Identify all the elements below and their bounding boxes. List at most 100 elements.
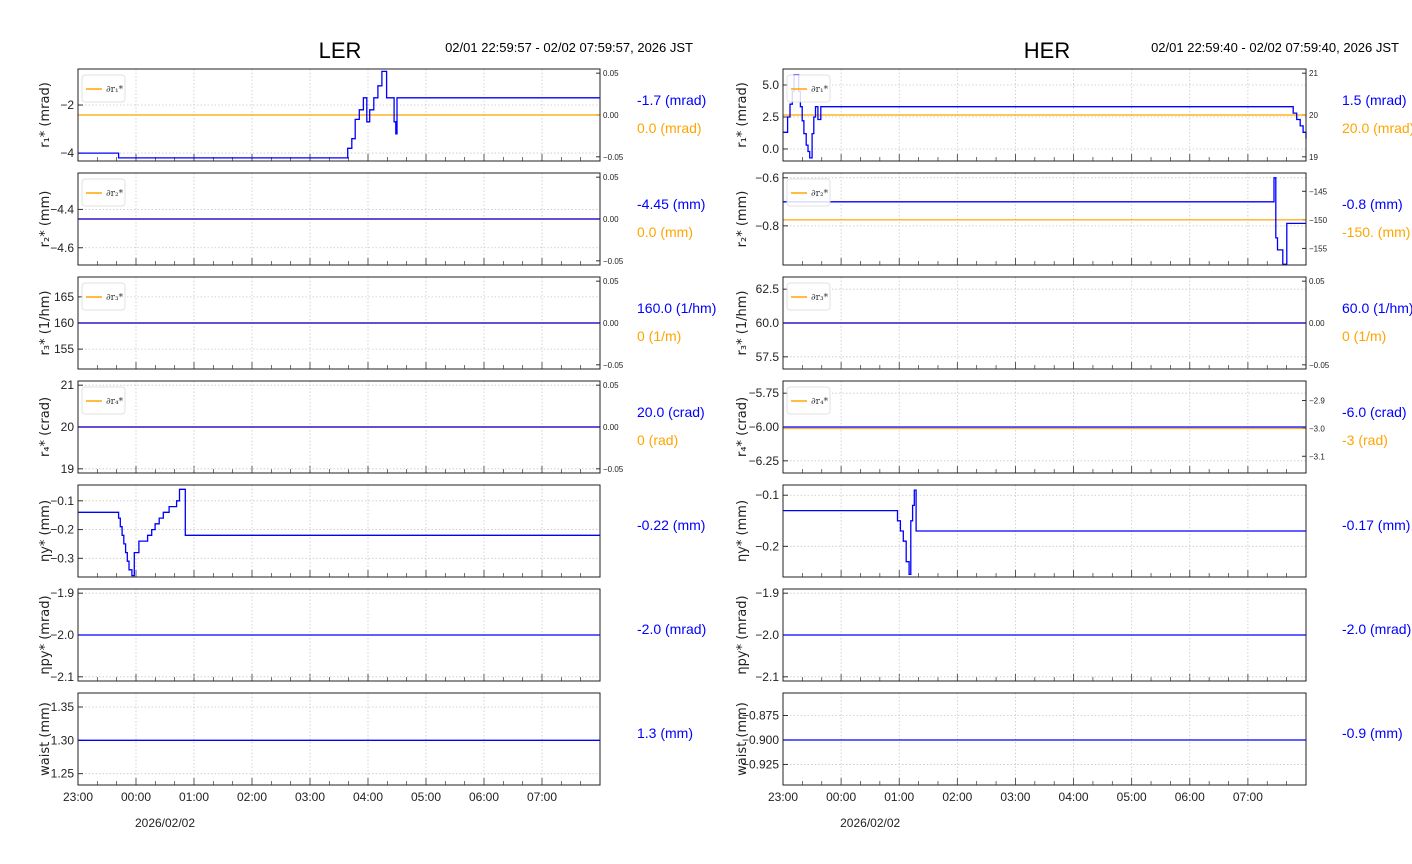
reference-value-label: 0.0 (mrad): [637, 120, 702, 136]
y-tick-label: 62.5: [756, 282, 780, 296]
y-tick-label: 1.35: [51, 700, 75, 714]
secondary-y-tick-label: 0.00: [603, 215, 619, 224]
plot-frame: [782, 172, 1307, 266]
y-tick-label: −2.1: [50, 670, 74, 684]
secondary-y-tick-label: −150: [1309, 216, 1328, 225]
legend-label: ∂r₄*: [811, 397, 829, 407]
legend-label: ∂r₁*: [811, 85, 829, 95]
y-tick-label: 57.5: [756, 350, 780, 364]
y-tick-label: −0.2: [50, 523, 74, 537]
reference-value-label: 0 (1/m): [1342, 328, 1386, 344]
y-axis-label: r₄* (crad): [735, 397, 750, 457]
panel-2: 62.5 60.0 57.5 r₃* (1/hm) 0.05 0.00 −0.05 ∂r₃* 6…: [735, 276, 1412, 370]
y-axis-label: waist (mm): [735, 702, 750, 776]
x-tick-label: 04:00: [1059, 790, 1089, 804]
x-tick-label: 03:00: [295, 790, 325, 804]
panel-2: 165 160 155r₃* (1/hm) 0.05 0.00 −0.05 ∂r₃* 160.…: [38, 276, 716, 370]
ler-figure: LER 02/01 22:59:57 - 02/02 07:59:57, 2026…: [38, 38, 716, 830]
secondary-y-tick-label: 0.00: [603, 319, 619, 328]
y-tick-label: −0.2: [755, 539, 779, 553]
y-axis-label: r₁* (mrad): [735, 82, 750, 148]
x-tick-label: 00:00: [826, 790, 856, 804]
reference-value-label: 0.0 (mm): [637, 224, 693, 240]
y-axis-label: r₃* (1/hm): [38, 291, 53, 356]
legend-label: ∂r₃*: [106, 293, 124, 303]
current-value-label: -2.0 (mrad): [637, 621, 706, 637]
reference-value-label: -3 (rad): [1342, 432, 1388, 448]
secondary-y-tick-label: −2.9: [1309, 397, 1325, 406]
secondary-y-tick-label: 0.05: [1309, 277, 1325, 286]
panel-5: −1.9−2.0−2.1ηpy* (mrad) -2.0 (mrad): [38, 586, 706, 684]
current-value-label: 1.5 (mrad): [1342, 92, 1407, 108]
x-tick-label: 01:00: [179, 790, 209, 804]
x-tick-label: 06:00: [469, 790, 499, 804]
legend-label: ∂r₂*: [106, 189, 124, 199]
secondary-y-tick-label: −155: [1309, 244, 1328, 253]
y-tick-label: −4.6: [50, 241, 74, 255]
x-tick-label: 00:00: [121, 790, 151, 804]
secondary-y-tick-label: 21: [1309, 69, 1318, 78]
figure-title: LER: [319, 38, 362, 63]
secondary-y-tick-label: −3.1: [1309, 452, 1325, 461]
panel-5: −1.9−2.0−2.1ηpy* (mrad) -2.0 (mrad): [735, 586, 1411, 684]
y-tick-label: 19: [61, 462, 75, 476]
plot-frame: [782, 692, 1307, 786]
y-axis-label: r₁* (mrad): [38, 82, 53, 148]
current-value-label: 20.0 (crad): [637, 404, 705, 420]
panel-6: −0.875−0.900−0.925waist (mm) -0.9 (mm): [735, 692, 1403, 786]
panel-4: −0.1 −0.2 ηy* (mm) -0.17 (mm): [735, 484, 1410, 578]
data-series-line: [783, 489, 1306, 576]
current-value-label: -2.0 (mrad): [1342, 621, 1411, 637]
y-tick-label: −0.3: [50, 551, 74, 565]
legend-label: ∂r₂*: [811, 189, 829, 199]
secondary-y-tick-label: −3.0: [1309, 424, 1325, 433]
y-tick-label: 1.30: [51, 733, 75, 747]
panel-1: −0.6 −0.8 r₂* (mm) −145 −150 −155 ∂r₂* -0.8 (mm…: [735, 171, 1410, 266]
time-range: 02/01 22:59:57 - 02/02 07:59:57, 2026 JS…: [445, 40, 693, 55]
data-series-line: [783, 177, 1306, 265]
y-tick-label: −1.9: [50, 586, 74, 600]
reference-value-label: 0 (1/m): [637, 328, 681, 344]
secondary-y-tick-label: −0.05: [603, 153, 624, 162]
current-value-label: -0.9 (mm): [1342, 725, 1403, 741]
y-tick-label: −5.75: [749, 386, 780, 400]
secondary-y-tick-label: 0.05: [603, 69, 619, 78]
y-axis-label: ηy* (mm): [38, 500, 53, 562]
y-axis-label: ηpy* (mrad): [38, 595, 53, 674]
y-tick-label: 0.0: [762, 142, 779, 156]
y-tick-label: 60.0: [756, 316, 780, 330]
current-value-label: -0.17 (mm): [1342, 517, 1410, 533]
x-tick-label: 03:00: [1000, 790, 1030, 804]
panel-3: 21 20 19 r₄* (crad) 0.05 0.00 −0.05 ∂r₄* 20.0 (c…: [38, 378, 705, 476]
x-tick-label: 02:00: [942, 790, 972, 804]
data-series-line: [78, 488, 600, 577]
y-tick-label: −2.0: [755, 628, 779, 642]
y-axis-label: r₂* (mm): [735, 191, 750, 248]
legend-label: ∂r₄*: [106, 397, 124, 407]
secondary-y-tick-label: 0.00: [603, 111, 619, 120]
y-axis-label: waist (mm): [38, 702, 53, 776]
current-value-label: 60.0 (1/hm): [1342, 300, 1412, 316]
x-tick-label: 04:00: [353, 790, 383, 804]
time-range: 02/01 22:59:40 - 02/02 07:59:40, 2026 JS…: [1151, 40, 1399, 55]
secondary-y-tick-label: 20: [1309, 111, 1318, 120]
reference-value-label: 0 (rad): [637, 432, 678, 448]
y-tick-label: 155: [54, 342, 74, 356]
figure-title: HER: [1024, 38, 1070, 63]
x-tick-label: 05:00: [411, 790, 441, 804]
y-tick-label: −4: [60, 146, 74, 160]
y-tick-label: −0.6: [755, 171, 779, 185]
panel-6: 1.35 1.30 1.25waist (mm) 1.3 (mm): [38, 692, 693, 786]
legend-label: ∂r₁*: [106, 85, 124, 95]
secondary-y-tick-label: −0.05: [1309, 361, 1330, 370]
secondary-y-tick-label: 0.05: [603, 173, 619, 182]
y-tick-label: −0.8: [755, 219, 779, 233]
secondary-y-tick-label: 0.00: [1309, 319, 1325, 328]
current-value-label: -4.45 (mm): [637, 196, 705, 212]
secondary-y-tick-label: 0.00: [603, 423, 619, 432]
current-value-label: 160.0 (1/hm): [637, 300, 716, 316]
y-tick-label: −0.1: [50, 494, 74, 508]
y-tick-label: 1.25: [51, 767, 75, 781]
secondary-y-tick-label: 0.05: [603, 381, 619, 390]
y-axis-label: r₃* (1/hm): [735, 291, 750, 356]
